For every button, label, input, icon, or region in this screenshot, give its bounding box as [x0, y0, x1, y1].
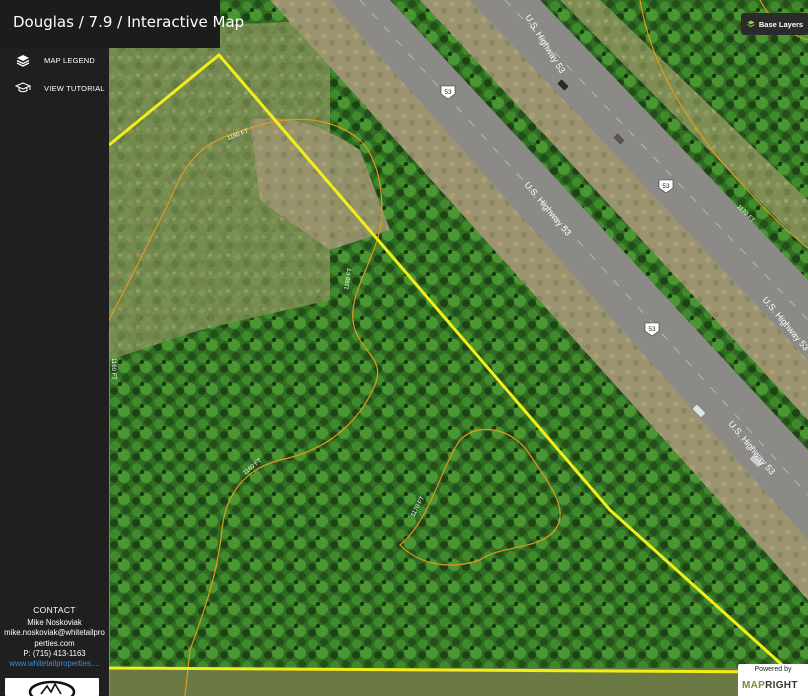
- attribution-badge[interactable]: Powered by MAPRIGHT: [738, 664, 808, 696]
- view-tutorial-label: VIEW TUTORIAL: [44, 83, 105, 93]
- svg-text:53: 53: [662, 183, 670, 190]
- map-legend-button[interactable]: MAP LEGEND: [0, 47, 109, 73]
- svg-text:53: 53: [648, 326, 656, 333]
- svg-text:53: 53: [444, 89, 452, 96]
- brand-logo: MAPRIGHT: [742, 680, 798, 691]
- contact-heading: CONTACT: [33, 605, 76, 615]
- contact-email[interactable]: mike.noskoviak@whitetailproperties.com: [0, 628, 109, 648]
- satellite-map[interactable]: U.S. Highway 53 U.S. Highway 53 U.S. Hig…: [0, 0, 808, 696]
- view-tutorial-button[interactable]: VIEW TUTORIAL: [0, 75, 109, 101]
- terrain-layer: [0, 0, 808, 696]
- base-layers-label: Base Layers: [758, 19, 804, 29]
- company-logo: [5, 678, 99, 696]
- contact-phone: P: (715) 413-1163: [23, 648, 86, 658]
- contour-label: 1160 FT: [110, 358, 116, 380]
- graduation-cap-icon: [12, 82, 34, 94]
- contact-name: Mike Noskoviak: [27, 618, 82, 628]
- map-legend-label: MAP LEGEND: [44, 55, 96, 65]
- powered-by-label: Powered by: [754, 666, 792, 673]
- contact-website-link[interactable]: www.whitetailproperties....: [0, 659, 109, 669]
- contact-panel: CONTACT Mike Noskoviak mike.noskoviak@wh…: [0, 605, 109, 669]
- layers-icon: [747, 20, 755, 28]
- base-layers-button[interactable]: Base Layers: [741, 13, 808, 35]
- layers-icon: [12, 54, 34, 67]
- sidebar: MAP LEGEND VIEW TUTORIAL CONTACT Mike No…: [0, 48, 109, 696]
- page-title: Douglas / 7.9 / Interactive Map: [0, 0, 244, 48]
